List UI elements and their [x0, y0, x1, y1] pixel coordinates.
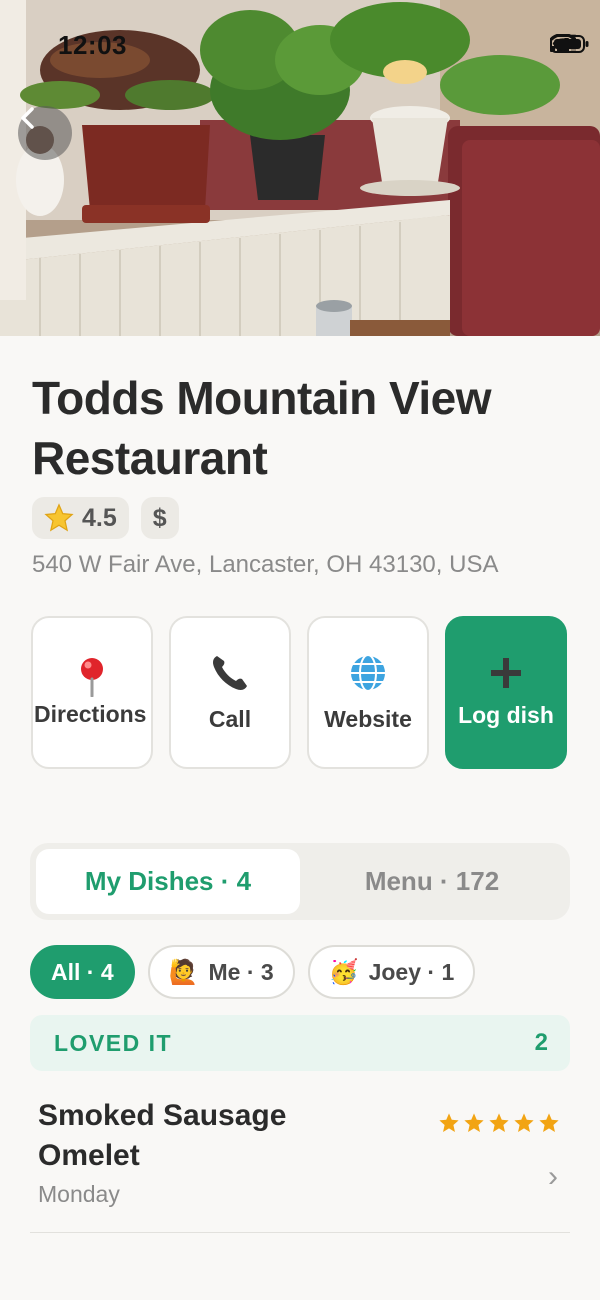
dish-row[interactable]: Smoked Sausage Omelet Monday › [30, 1088, 570, 1233]
plus-icon [491, 657, 521, 688]
star-icon [464, 1113, 484, 1132]
pin-icon [81, 657, 103, 697]
section-header-loved-it: LOVED IT 2 [30, 1015, 570, 1071]
restaurant-address: 540 W Fair Ave, Lancaster, OH 43130, USA [32, 551, 499, 578]
star-icon [439, 1113, 459, 1132]
price-badge: $ [140, 497, 179, 539]
status-bar: 12:03 [0, 0, 600, 90]
star-icon [539, 1113, 559, 1132]
call-button[interactable]: Call [169, 616, 291, 769]
action-buttons: Directions Call Website Log dish [31, 616, 567, 769]
filter-chip-joey[interactable]: 🥳 Joey · 1 [307, 945, 476, 999]
star-icon [514, 1113, 534, 1132]
filter-chip-me[interactable]: 🙋 Me · 3 [147, 945, 295, 999]
dish-date: Monday [38, 1181, 120, 1207]
diner-filter-chips: All · 4 🙋 Me · 3 🥳 Joey · 1 [30, 945, 476, 999]
tab-my-dishes[interactable]: My Dishes · 4 [36, 849, 300, 914]
price-level: $ [152, 503, 167, 532]
filter-chip-all[interactable]: All · 4 [30, 945, 135, 999]
dishes-menu-segmented-control: My Dishes · 4 Menu · 172 [30, 843, 570, 920]
back-button[interactable] [18, 106, 72, 160]
restaurant-badges: 4.5 $ [32, 497, 179, 539]
website-label: Website [324, 705, 412, 732]
tab-menu[interactable]: Menu · 172 [300, 849, 564, 914]
directions-button[interactable]: Directions [31, 616, 153, 769]
directions-label: Directions [34, 700, 147, 727]
filter-chip-joey-label: Joey · 1 [368, 958, 455, 985]
section-title: LOVED IT [54, 1029, 173, 1056]
star-icon [44, 503, 74, 532]
dish-rating-stars [438, 1112, 560, 1134]
phone-icon [213, 655, 247, 690]
filter-chip-all-label: All · 4 [51, 958, 114, 985]
section-count: 2 [534, 1029, 548, 1056]
log-dish-button[interactable]: Log dish [445, 616, 567, 769]
filter-chip-me-label: Me · 3 [208, 958, 274, 985]
chevron-left-icon [21, 107, 34, 129]
restaurant-name: Todds Mountain View Restaurant [32, 372, 492, 484]
status-time: 12:03 [58, 30, 127, 60]
call-label: Call [208, 705, 252, 732]
globe-icon [349, 653, 387, 692]
dish-name: Smoked Sausage Omelet [38, 1099, 287, 1172]
website-button[interactable]: Website [307, 616, 429, 769]
star-icon [489, 1113, 509, 1132]
party-face-icon: 🥳 [328, 958, 359, 986]
person-raising-hand-icon: 🙋 [168, 958, 199, 986]
restaurant-photo: 12:03 [0, 0, 600, 336]
log-dish-label: Log dish [458, 701, 554, 728]
rating-badge: 4.5 [32, 497, 129, 539]
chevron-right-icon: › [548, 1160, 558, 1193]
rating-value: 4.5 [82, 503, 117, 532]
battery-icon [550, 35, 589, 53]
